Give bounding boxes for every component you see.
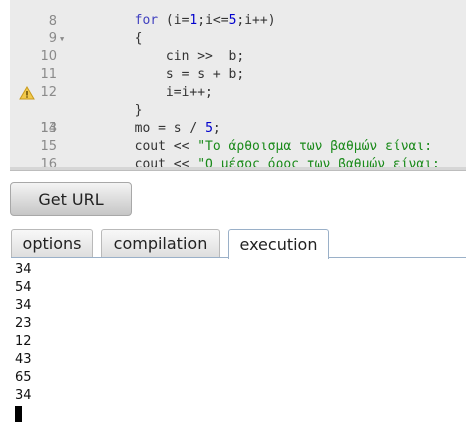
number-literal: 5: [228, 13, 237, 28]
output-line: 34: [15, 388, 32, 403]
tab-compilation[interactable]: compilation: [101, 229, 220, 257]
code-line: 14 }: [10, 102, 466, 136]
code-text: i=i++;: [72, 85, 213, 100]
output-line: 65: [15, 370, 32, 385]
tab-execution[interactable]: execution: [228, 229, 329, 259]
execution-output[interactable]: 34 54 34 23 12 43 65 34: [15, 261, 455, 423]
output-line: 12: [15, 334, 32, 349]
output-line: 54: [15, 280, 32, 295]
output-line: 43: [15, 352, 32, 367]
get-url-button[interactable]: Get URL: [10, 182, 132, 216]
text-cursor: [15, 406, 22, 422]
code-text: mo = s / 5;: [72, 121, 221, 136]
keyword-for: for: [134, 13, 159, 28]
warning-triangle-icon[interactable]: [19, 86, 35, 100]
code-line: 12 s = s + b;: [10, 66, 466, 100]
code-line: 9 for (i=1;i<=5;i++): [10, 12, 466, 46]
number-literal: 5: [205, 121, 213, 136]
code-editor[interactable]: 8 9 for (i=1;i<=5;i++) 10 ▼ { 11 cin >> …: [10, 0, 466, 171]
tab-options[interactable]: options: [11, 229, 93, 257]
code-text: cout << "Το άρθοισμα των βαθμών είναι:: [72, 139, 433, 154]
number-literal: 1: [189, 13, 198, 28]
code-text: }: [72, 103, 143, 118]
code-line: 11 cin >> b;: [10, 48, 466, 82]
code-text: cin >> b;: [72, 49, 245, 64]
code-text: {: [72, 31, 143, 46]
output-line: 23: [15, 316, 32, 331]
code-text: s = s + b;: [72, 67, 245, 82]
code-line: 15 mo = s / 5;: [10, 120, 466, 154]
code-text: for (i=1;i<=5;i++): [134, 13, 276, 28]
input-line[interactable]: [15, 405, 455, 423]
editor-horizontal-scrollbar[interactable]: [10, 167, 466, 170]
output-line: 34: [15, 262, 32, 277]
fold-arrow-icon[interactable]: ▼: [60, 30, 64, 48]
string-literal: "Το άρθοισμα των βαθμών είναι:: [197, 139, 433, 154]
code-line: 10 ▼ {: [10, 30, 466, 64]
code-line: 16 cout << "Το άρθοισμα των βαθμών είναι…: [10, 138, 466, 170]
code-line: 13 i=i++;: [10, 84, 466, 136]
output-line: 34: [15, 298, 32, 313]
